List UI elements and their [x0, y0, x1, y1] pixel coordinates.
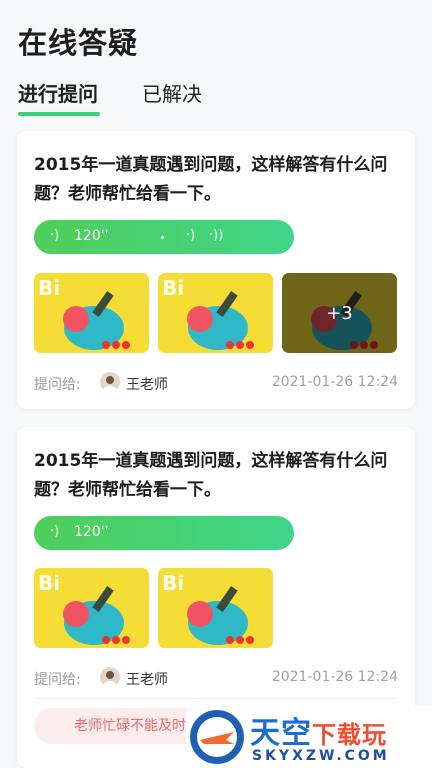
- question-meta: 提问给: 王老师 2021-01-26 12:24: [34, 372, 398, 396]
- svg-text:Bi: Bi: [38, 276, 60, 300]
- question-text: 2015年一道真题遇到问题，这样解答有什么问题？老师帮忙给看一下。: [34, 155, 388, 204]
- question-time: 2021-01-26 12:24: [271, 669, 398, 685]
- voice-duration: 120'': [74, 228, 109, 244]
- sound-wave-icon: ·)): [209, 228, 224, 243]
- site-watermark: 天空下载玩 SKYXZW.COM: [186, 706, 432, 768]
- watermark-title-a: 天空: [250, 716, 312, 751]
- question-time: 2021-01-26 12:24: [271, 374, 398, 390]
- voice-message-bar[interactable]: ·) 120'' ·) ·)): [34, 220, 294, 254]
- question-image[interactable]: Bi: [158, 273, 273, 353]
- question-card[interactable]: 2015年一道真题遇到问题，这样解答有什么问题？老师帮忙给看一下。 ·) 120…: [17, 131, 415, 409]
- more-images-count: +3: [282, 273, 397, 353]
- tab-bar: 进行提问 已解决: [18, 78, 418, 118]
- sound-wave-icon: ·): [50, 228, 60, 243]
- teacher-name: 王老师: [126, 672, 168, 688]
- tab-ask[interactable]: 进行提问: [18, 78, 98, 107]
- more-images-thumbnail[interactable]: +3: [282, 273, 397, 353]
- svg-text:Bi: Bi: [38, 571, 60, 595]
- ask-to-label: 提问给:: [34, 377, 81, 393]
- svg-text:Bi: Bi: [162, 276, 184, 300]
- progress-dot: [161, 236, 164, 239]
- question-image[interactable]: Bi: [34, 568, 149, 648]
- watermark-title: 天空下载玩: [250, 708, 387, 752]
- voice-message-bar[interactable]: ·) 120'': [34, 516, 294, 550]
- divider: [34, 698, 398, 699]
- watermark-domain: SKYXZW.COM: [252, 748, 390, 764]
- ask-to-label: 提问给:: [34, 672, 81, 688]
- active-tab-indicator: [18, 112, 100, 116]
- watermark-logo-icon: [190, 710, 244, 764]
- teacher-avatar: [100, 372, 120, 392]
- tab-resolved[interactable]: 已解决: [142, 78, 202, 107]
- question-text: 2015年一道真题遇到问题，这样解答有什么问题？老师帮忙给看一下。: [34, 451, 388, 500]
- question-image[interactable]: Bi: [34, 273, 149, 353]
- svg-text:Bi: Bi: [162, 571, 184, 595]
- sound-wave-icon: ·): [186, 228, 196, 243]
- voice-duration: 120'': [74, 524, 109, 540]
- watermark-title-b: 下载玩: [312, 721, 387, 749]
- question-meta: 提问给: 王老师 2021-01-26 12:24: [34, 667, 398, 691]
- teacher-avatar: [100, 667, 120, 687]
- sound-wave-icon: ·): [50, 524, 60, 539]
- question-image[interactable]: Bi: [158, 568, 273, 648]
- teacher-name: 王老师: [126, 377, 168, 393]
- page-title: 在线答疑: [18, 26, 139, 60]
